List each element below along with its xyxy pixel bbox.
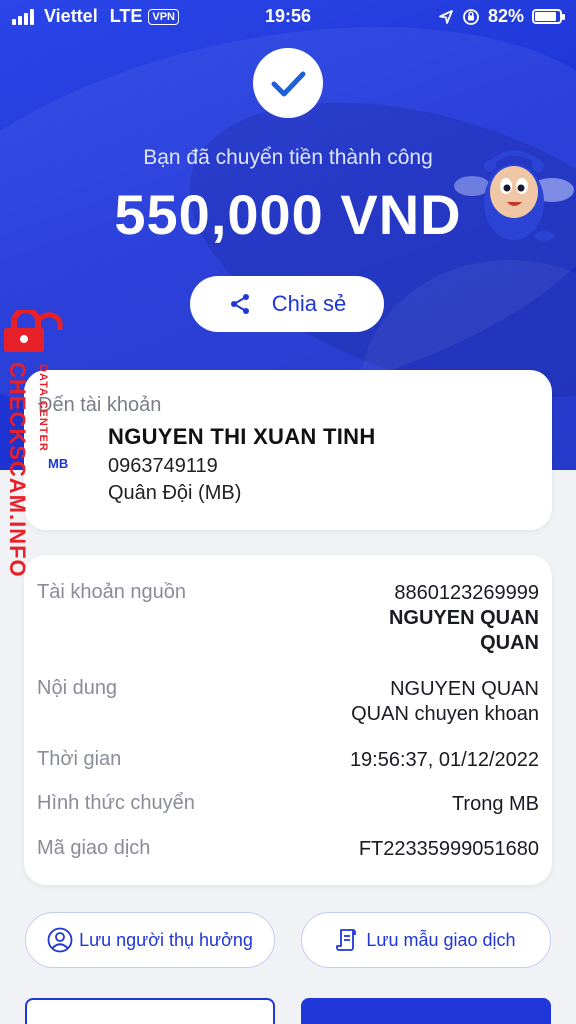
detail-label: Hình thức chuyển	[37, 792, 195, 814]
recipient-account: 0963749119	[108, 455, 218, 477]
save-template-label: Lưu mẫu giao dịch	[366, 929, 516, 950]
detail-label: Thời gian	[37, 748, 122, 770]
share-label: Chia sẻ	[271, 291, 347, 316]
secondary-bottom-button[interactable]	[25, 998, 275, 1024]
share-button[interactable]: Chia sẻ	[190, 276, 384, 332]
detail-value: Trong MB	[451, 793, 539, 815]
save-template-button[interactable]: Lưu mẫu giao dịch	[301, 912, 551, 968]
detail-value: 19:56:37, 01/12/2022	[349, 749, 539, 771]
primary-bottom-button[interactable]	[301, 998, 551, 1024]
orientation-lock-icon	[463, 8, 479, 25]
check-icon	[271, 71, 306, 97]
battery-icon	[532, 9, 565, 24]
watermark-site: CHECKSCAM.INFO	[5, 362, 30, 578]
detail-value: FT22335999051680	[358, 838, 539, 860]
recipient-card: Đến tài khoản MB NGUYEN THI XUAN TINH 09…	[24, 370, 552, 530]
watermark-sub: DATA CENTER	[37, 364, 49, 452]
detail-value: 8860123269999 NGUYEN QUAN QUAN	[388, 582, 539, 654]
location-icon	[439, 9, 453, 24]
mascot-bee-icon	[454, 150, 574, 241]
transaction-details-card: Tài khoản nguồn 8860123269999 NGUYEN QUA…	[24, 555, 552, 885]
battery-percent: 82%	[487, 6, 524, 26]
user-circle-icon	[47, 927, 73, 953]
document-icon	[336, 929, 357, 951]
status-bar: Viettel LTE VPN 19:56 82%	[0, 0, 576, 34]
share-icon	[230, 294, 249, 314]
detail-value: NGUYEN QUAN QUAN chuyen khoan	[351, 678, 539, 725]
detail-label: Mã giao dịch	[37, 837, 151, 859]
save-beneficiary-button[interactable]: Lưu người thụ hưởng	[25, 912, 275, 968]
recipient-bank: Quân Đội (MB)	[108, 482, 242, 504]
success-check	[253, 48, 323, 118]
save-beneficiary-label: Lưu người thụ hưởng	[79, 929, 253, 950]
recipient-name: NGUYEN THI XUAN TINH	[108, 424, 376, 449]
detail-label: Nội dung	[37, 677, 118, 699]
